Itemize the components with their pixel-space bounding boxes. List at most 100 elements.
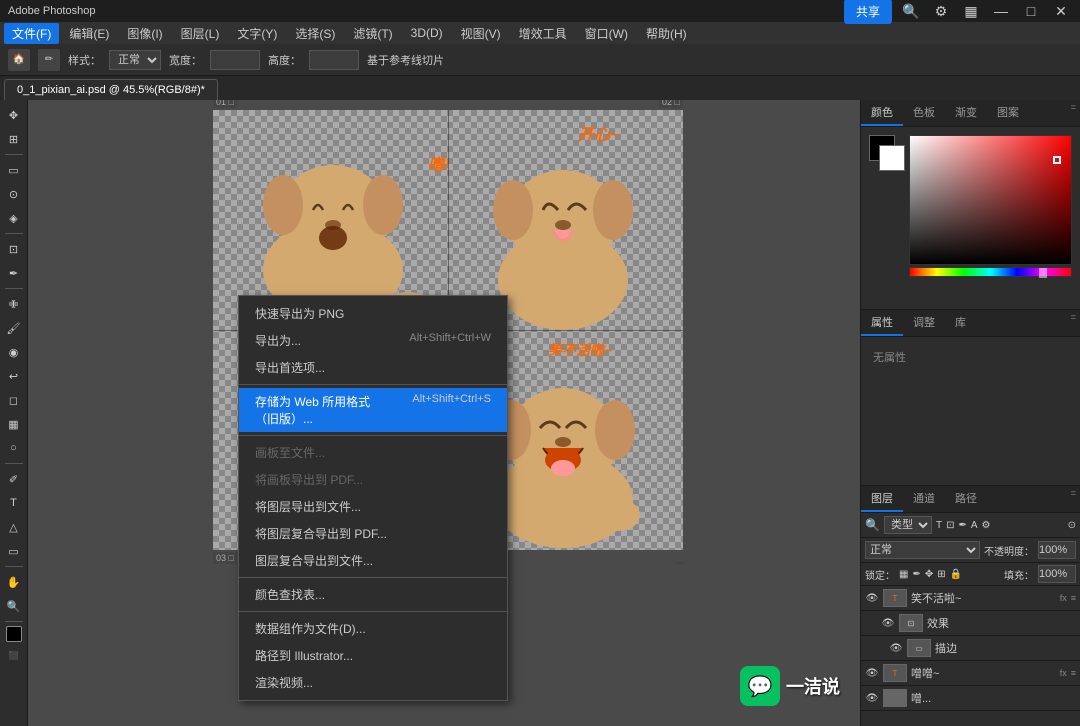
tab-swatches[interactable]: 色板: [903, 100, 945, 126]
width-input[interactable]: [210, 50, 260, 70]
zoom-tool[interactable]: 🔍: [3, 595, 25, 617]
layer-eye-icon[interactable]: 👁: [881, 616, 895, 630]
move-tool[interactable]: ✥: [3, 104, 25, 126]
canvas-area[interactable]: 01 □ 02 □ 03 □: [28, 100, 860, 726]
search-icon[interactable]: 🔍: [900, 0, 922, 22]
menu-layer[interactable]: 图层(L): [173, 23, 228, 44]
menu-select[interactable]: 选择(S): [287, 23, 343, 44]
layer-eye-icon[interactable]: 👁: [889, 641, 903, 655]
lock-transparent[interactable]: ▦: [899, 569, 908, 580]
lock-all[interactable]: 🔒: [950, 569, 962, 580]
tab-patterns[interactable]: 图案: [987, 100, 1029, 126]
path-tool[interactable]: △: [3, 516, 25, 538]
brush-tool[interactable]: 🖌: [3, 317, 25, 339]
ctx-export-png[interactable]: 快速导出为 PNG: [239, 300, 507, 327]
filter-icon-1[interactable]: T: [936, 520, 942, 531]
background-swatch[interactable]: [879, 145, 905, 171]
layers-type-filter[interactable]: 类型: [884, 516, 932, 534]
ctx-artboard-pdf[interactable]: 将画板导出到 PDF...: [239, 466, 507, 493]
menu-view[interactable]: 视图(V): [453, 23, 509, 44]
artboard-tool[interactable]: ⊞: [3, 128, 25, 150]
layer-options[interactable]: ≡: [1071, 593, 1076, 603]
document-tab[interactable]: 0_1_pixian_ai.psd @ 45.5%(RGB/8#)*: [4, 79, 218, 100]
eraser-tool[interactable]: ◻: [3, 389, 25, 411]
layer-eye-icon[interactable]: 👁: [865, 691, 879, 705]
lock-image[interactable]: ✒: [912, 569, 920, 580]
ctx-layers-comps-pdf[interactable]: 将图层复合导出到 PDF...: [239, 520, 507, 547]
filter-toggle[interactable]: ⊙: [1068, 520, 1076, 531]
color-panel-expand[interactable]: =: [1067, 100, 1080, 126]
ctx-render-video[interactable]: 渲染视频...: [239, 669, 507, 696]
ctx-layers-file[interactable]: 将图层导出到文件...: [239, 493, 507, 520]
ctx-data-sets[interactable]: 数据组作为文件(D)...: [239, 615, 507, 642]
menu-edit[interactable]: 编辑(E): [61, 23, 117, 44]
hand-tool[interactable]: ✋: [3, 571, 25, 593]
tab-layers[interactable]: 图层: [861, 486, 903, 512]
foreground-color[interactable]: [6, 626, 22, 642]
menu-text[interactable]: 文字(Y): [229, 23, 285, 44]
layers-panel-expand[interactable]: =: [1067, 486, 1080, 512]
ctx-color-lookup[interactable]: 颜色查找表...: [239, 581, 507, 608]
ctx-save-web[interactable]: 存储为 Web 所用格式（旧版）... Alt+Shift+Ctrl+S: [239, 388, 507, 432]
filter-icon-5[interactable]: ⚙: [982, 520, 991, 531]
tab-libraries[interactable]: 库: [945, 310, 976, 336]
blend-mode-select[interactable]: 正常: [865, 541, 980, 559]
props-panel-expand[interactable]: =: [1067, 310, 1080, 336]
shape-tool[interactable]: ▭: [3, 540, 25, 562]
layer-eye-icon[interactable]: 👁: [865, 666, 879, 680]
menu-3d[interactable]: 3D(D): [403, 24, 451, 42]
menu-filter[interactable]: 滤镜(T): [345, 23, 400, 44]
layer-item[interactable]: 👁 ▭ 描边: [861, 636, 1080, 661]
layer-item[interactable]: 👁 ⊡ 效果: [861, 611, 1080, 636]
layer-item[interactable]: 👁 T 笑不活啦~ fx ≡: [861, 586, 1080, 611]
object-select-tool[interactable]: ◈: [3, 207, 25, 229]
ctx-artboard-file[interactable]: 画板至文件...: [239, 439, 507, 466]
menu-image[interactable]: 图像(I): [119, 23, 170, 44]
dodge-tool[interactable]: ○: [3, 437, 25, 459]
clone-tool[interactable]: ◉: [3, 341, 25, 363]
color-spectrum[interactable]: [909, 135, 1072, 265]
tab-channels[interactable]: 通道: [903, 486, 945, 512]
menu-file[interactable]: 文件(F): [4, 23, 59, 44]
tab-gradients[interactable]: 渐变: [945, 100, 987, 126]
tab-adjustments[interactable]: 调整: [903, 310, 945, 336]
opacity-input[interactable]: [1038, 541, 1076, 559]
minimize-button[interactable]: —: [990, 0, 1012, 22]
ctx-path-illustrator[interactable]: 路径到 Illustrator...: [239, 642, 507, 669]
fill-input[interactable]: [1038, 565, 1076, 583]
panel-icon[interactable]: ▦: [960, 0, 982, 22]
ctx-export-prefs[interactable]: 导出首选项...: [239, 354, 507, 381]
lock-artboard[interactable]: ⊞: [937, 569, 945, 580]
filter-icon-4[interactable]: A: [971, 520, 978, 531]
settings-icon[interactable]: ⚙: [930, 0, 952, 22]
tab-properties[interactable]: 属性: [861, 310, 903, 336]
lasso-tool[interactable]: ⊙: [3, 183, 25, 205]
hue-slider[interactable]: [909, 267, 1072, 277]
layer-eye-icon[interactable]: 👁: [865, 591, 879, 605]
ctx-export-as[interactable]: 导出为... Alt+Shift+Ctrl+W: [239, 327, 507, 354]
maximize-button[interactable]: □: [1020, 0, 1042, 22]
share-btn[interactable]: 共享: [844, 0, 892, 24]
layer-item[interactable]: 👁 T 噌噌~ fx ≡: [861, 661, 1080, 686]
crop-tool[interactable]: ⊡: [3, 238, 25, 260]
gradient-tool[interactable]: ▦: [3, 413, 25, 435]
menu-help[interactable]: 帮助(H): [638, 23, 695, 44]
ctx-comps-file[interactable]: 图层复合导出到文件...: [239, 547, 507, 574]
pen-tool[interactable]: ✐: [3, 468, 25, 490]
filter-icon-3[interactable]: ✒: [958, 520, 966, 531]
mode-btn[interactable]: ⬛: [3, 644, 25, 666]
eyedropper-tool[interactable]: ✒: [3, 262, 25, 284]
menu-plugins[interactable]: 增效工具: [511, 23, 575, 44]
tab-paths[interactable]: 路径: [945, 486, 987, 512]
type-tool[interactable]: T: [3, 492, 25, 514]
lock-position[interactable]: ✥: [925, 569, 933, 580]
layer-options[interactable]: ≡: [1071, 668, 1076, 678]
close-button[interactable]: ✕: [1050, 0, 1072, 22]
heal-tool[interactable]: ✙: [3, 293, 25, 315]
layer-item[interactable]: 👁 噌...: [861, 686, 1080, 711]
style-select[interactable]: 正常: [109, 50, 161, 70]
history-brush-tool[interactable]: ↩: [3, 365, 25, 387]
home-icon[interactable]: 🏠: [8, 49, 30, 71]
tab-color[interactable]: 颜色: [861, 100, 903, 126]
menu-window[interactable]: 窗口(W): [577, 23, 636, 44]
